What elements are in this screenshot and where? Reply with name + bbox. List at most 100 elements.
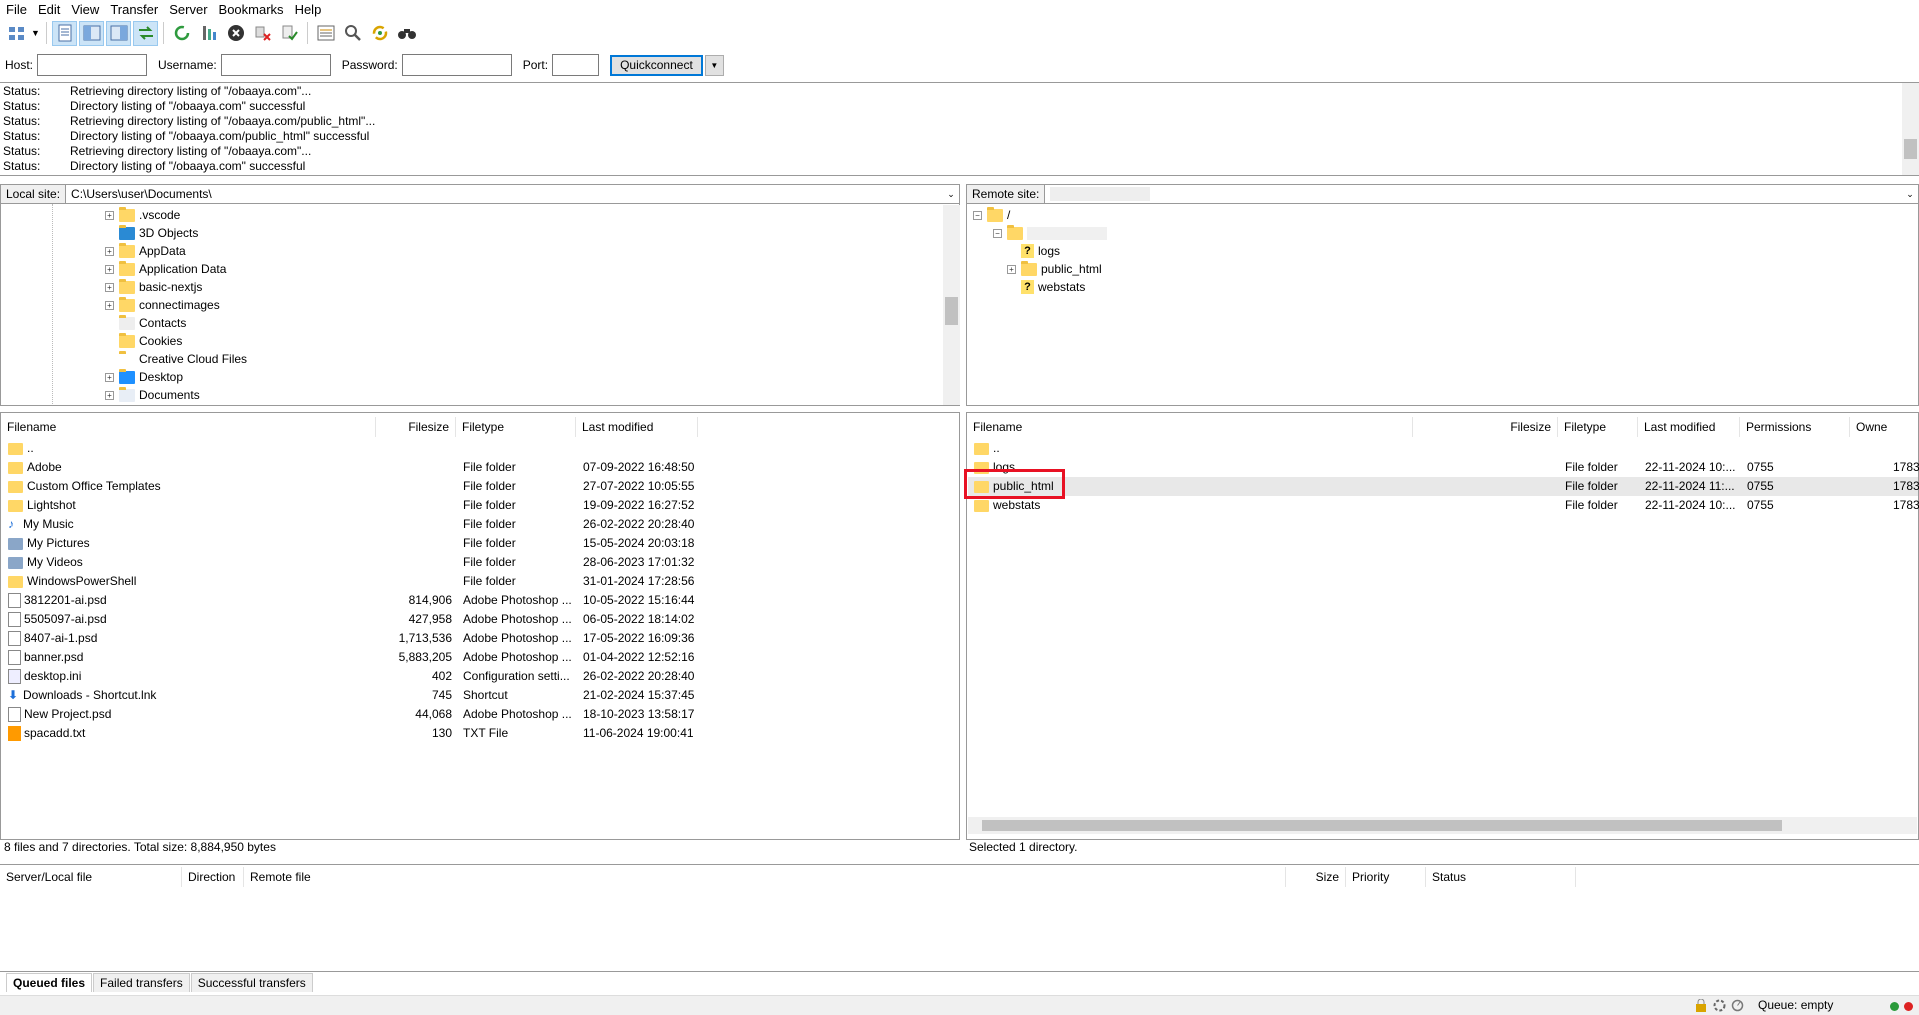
table-row[interactable]: 5505097-ai.psd 427,958 Adobe Photoshop .… xyxy=(2,610,942,629)
speed-limit-icon[interactable] xyxy=(1731,999,1744,1015)
menu-file[interactable]: File xyxy=(6,2,27,17)
search-icon[interactable] xyxy=(394,21,419,46)
column-header[interactable]: Permissions xyxy=(1740,417,1850,437)
table-row-selected[interactable]: public_html File folder 22-11-2024 11:..… xyxy=(968,477,1919,496)
table-row[interactable]: Adobe File folder 07-09-2022 16:48:50 xyxy=(2,458,942,477)
tab-failed-transfers[interactable]: Failed transfers xyxy=(93,973,190,992)
expand-icon[interactable]: + xyxy=(105,300,114,310)
port-input[interactable] xyxy=(552,54,600,76)
local-file-list[interactable]: Filename Filesize Filetype Last modified.. … xyxy=(0,412,960,840)
table-row[interactable]: webstats File folder 22-11-2024 10:... 0… xyxy=(968,496,1919,515)
table-row[interactable]: My Videos File folder 28-06-2023 17:01:3… xyxy=(2,553,942,572)
local-tree-item[interactable]: + Desktop xyxy=(105,368,183,386)
log-scrollbar[interactable] xyxy=(1902,83,1919,175)
table-row[interactable]: logs File folder 22-11-2024 10:... 0755 … xyxy=(968,458,1919,477)
column-header[interactable]: Last modified xyxy=(576,417,698,437)
message-log[interactable]: Status: Retrieving directory listing of "… xyxy=(0,82,1919,176)
local-tree-item[interactable]: + Application Data xyxy=(105,260,226,278)
queue-column-header[interactable]: Status xyxy=(1426,867,1576,887)
remote-list-hscrollbar[interactable] xyxy=(968,817,1917,834)
host-input[interactable] xyxy=(37,54,148,76)
remote-tree-item[interactable]: ? webstats xyxy=(1007,278,1085,296)
local-tree-item[interactable]: + basic-nextjs xyxy=(105,278,202,296)
column-header[interactable]: Filename xyxy=(1,417,376,437)
chevron-down-icon[interactable]: ⌄ xyxy=(943,189,959,200)
table-row[interactable]: 3812201-ai.psd 814,906 Adobe Photoshop .… xyxy=(2,591,942,610)
menu-edit[interactable]: Edit xyxy=(38,2,60,17)
tab-successful-transfers[interactable]: Successful transfers xyxy=(190,973,313,992)
table-row[interactable]: My Pictures File folder 15-05-2024 20:03… xyxy=(2,534,942,553)
remote-tree-item[interactable]: − xyxy=(993,224,1107,242)
table-row[interactable]: 8407-ai-1.psd 1,713,536 Adobe Photoshop … xyxy=(2,629,942,648)
expand-icon[interactable]: + xyxy=(105,390,114,400)
toggle-log-icon[interactable] xyxy=(52,20,77,46)
menu-server[interactable]: Server xyxy=(169,2,207,17)
queue-column-header[interactable]: Remote file xyxy=(244,867,1286,887)
disconnect-icon[interactable] xyxy=(250,21,275,46)
chevron-down-icon[interactable]: ⌄ xyxy=(1902,189,1918,200)
queue-column-header[interactable]: Direction xyxy=(182,867,244,887)
local-directory-tree[interactable]: + .vscode 3D Objects + AppData + Application D… xyxy=(0,204,960,406)
collapse-icon[interactable]: − xyxy=(973,210,982,220)
table-row[interactable]: New Project.psd 44,068 Adobe Photoshop .… xyxy=(2,705,942,724)
remote-tree-item[interactable]: + public_html xyxy=(1007,260,1102,278)
toggle-local-tree-icon[interactable] xyxy=(79,20,104,46)
username-input[interactable] xyxy=(220,54,331,76)
local-tree-item[interactable]: + connectimages xyxy=(105,296,220,314)
refresh-icon[interactable] xyxy=(169,21,194,46)
site-manager-icon[interactable] xyxy=(4,21,29,46)
cancel-icon[interactable] xyxy=(223,21,248,46)
table-row[interactable]: WindowsPowerShell File folder 31-01-2024… xyxy=(2,572,942,591)
transfer-queue[interactable]: Server/Local file Direction Remote file Siz… xyxy=(0,864,1919,972)
column-header[interactable]: Filetype xyxy=(456,417,576,437)
filter-icon[interactable] xyxy=(313,21,338,46)
expand-icon[interactable]: + xyxy=(105,264,114,274)
quickconnect-dropdown[interactable]: ▼ xyxy=(704,54,724,76)
expand-icon[interactable]: + xyxy=(105,282,114,292)
table-row[interactable]: .. xyxy=(2,439,942,458)
column-header[interactable]: Filesize xyxy=(1413,417,1558,437)
expand-icon[interactable]: + xyxy=(105,210,114,220)
queue-column-header[interactable]: Size xyxy=(1286,867,1346,887)
local-tree-scrollbar[interactable] xyxy=(943,205,960,405)
table-row[interactable]: desktop.ini 402 Configuration setti... 2… xyxy=(2,667,942,686)
remote-tree-item[interactable]: ? logs xyxy=(1007,242,1060,260)
local-tree-item[interactable]: 3D Objects xyxy=(105,224,198,242)
expand-icon[interactable]: + xyxy=(105,246,114,256)
menu-help[interactable]: Help xyxy=(295,2,322,17)
remote-directory-tree[interactable]: − / −? logs + public_html? webstats xyxy=(966,204,1919,406)
remote-path-input[interactable] xyxy=(1045,187,1902,202)
process-queue-icon[interactable] xyxy=(196,21,221,46)
table-row[interactable]: Custom Office Templates File folder 27-0… xyxy=(2,477,942,496)
queue-column-header[interactable]: Server/Local file xyxy=(0,867,182,887)
password-input[interactable] xyxy=(401,54,512,76)
local-tree-item[interactable]: Cookies xyxy=(105,332,182,350)
local-path-input[interactable]: C:\Users\user\Documents\ xyxy=(66,187,943,201)
collapse-icon[interactable]: − xyxy=(993,228,1002,238)
expand-icon[interactable]: + xyxy=(105,372,114,382)
column-header[interactable]: Last modified xyxy=(1638,417,1740,437)
table-row[interactable]: banner.psd 5,883,205 Adobe Photoshop ...… xyxy=(2,648,942,667)
menu-transfer[interactable]: Transfer xyxy=(110,2,158,17)
column-header[interactable]: Filename xyxy=(967,417,1413,437)
column-header[interactable]: Filesize xyxy=(376,417,456,437)
table-row[interactable]: ♪ My Music File folder 26-02-2022 20:28:4… xyxy=(2,515,942,534)
tab-queued-files[interactable]: Queued files xyxy=(6,973,93,992)
table-row[interactable]: ⬇ Downloads - Shortcut.lnk 745 Shortcut 2… xyxy=(2,686,942,705)
sync-browse-icon[interactable] xyxy=(367,21,392,46)
local-tree-item[interactable]: + AppData xyxy=(105,242,186,260)
column-header[interactable]: Owne xyxy=(1850,417,1919,437)
remote-tree-item[interactable]: − / xyxy=(973,206,1010,224)
reconnect-icon[interactable] xyxy=(277,21,302,46)
local-tree-item[interactable]: Creative Cloud Files xyxy=(105,350,247,368)
toggle-queue-icon[interactable] xyxy=(133,20,158,46)
table-row[interactable]: Lightshot File folder 19-09-2022 16:27:5… xyxy=(2,496,942,515)
compare-icon[interactable] xyxy=(340,21,365,46)
local-tree-item[interactable]: + Documents xyxy=(105,386,200,404)
local-tree-item[interactable]: + .vscode xyxy=(105,206,180,224)
menu-bookmarks[interactable]: Bookmarks xyxy=(219,2,284,17)
queue-column-header[interactable]: Priority xyxy=(1346,867,1426,887)
column-header[interactable]: Filetype xyxy=(1558,417,1638,437)
table-row[interactable]: .. xyxy=(968,439,1918,458)
remote-file-list[interactable]: Filename Filesize Filetype Last modified Per… xyxy=(964,412,1919,840)
